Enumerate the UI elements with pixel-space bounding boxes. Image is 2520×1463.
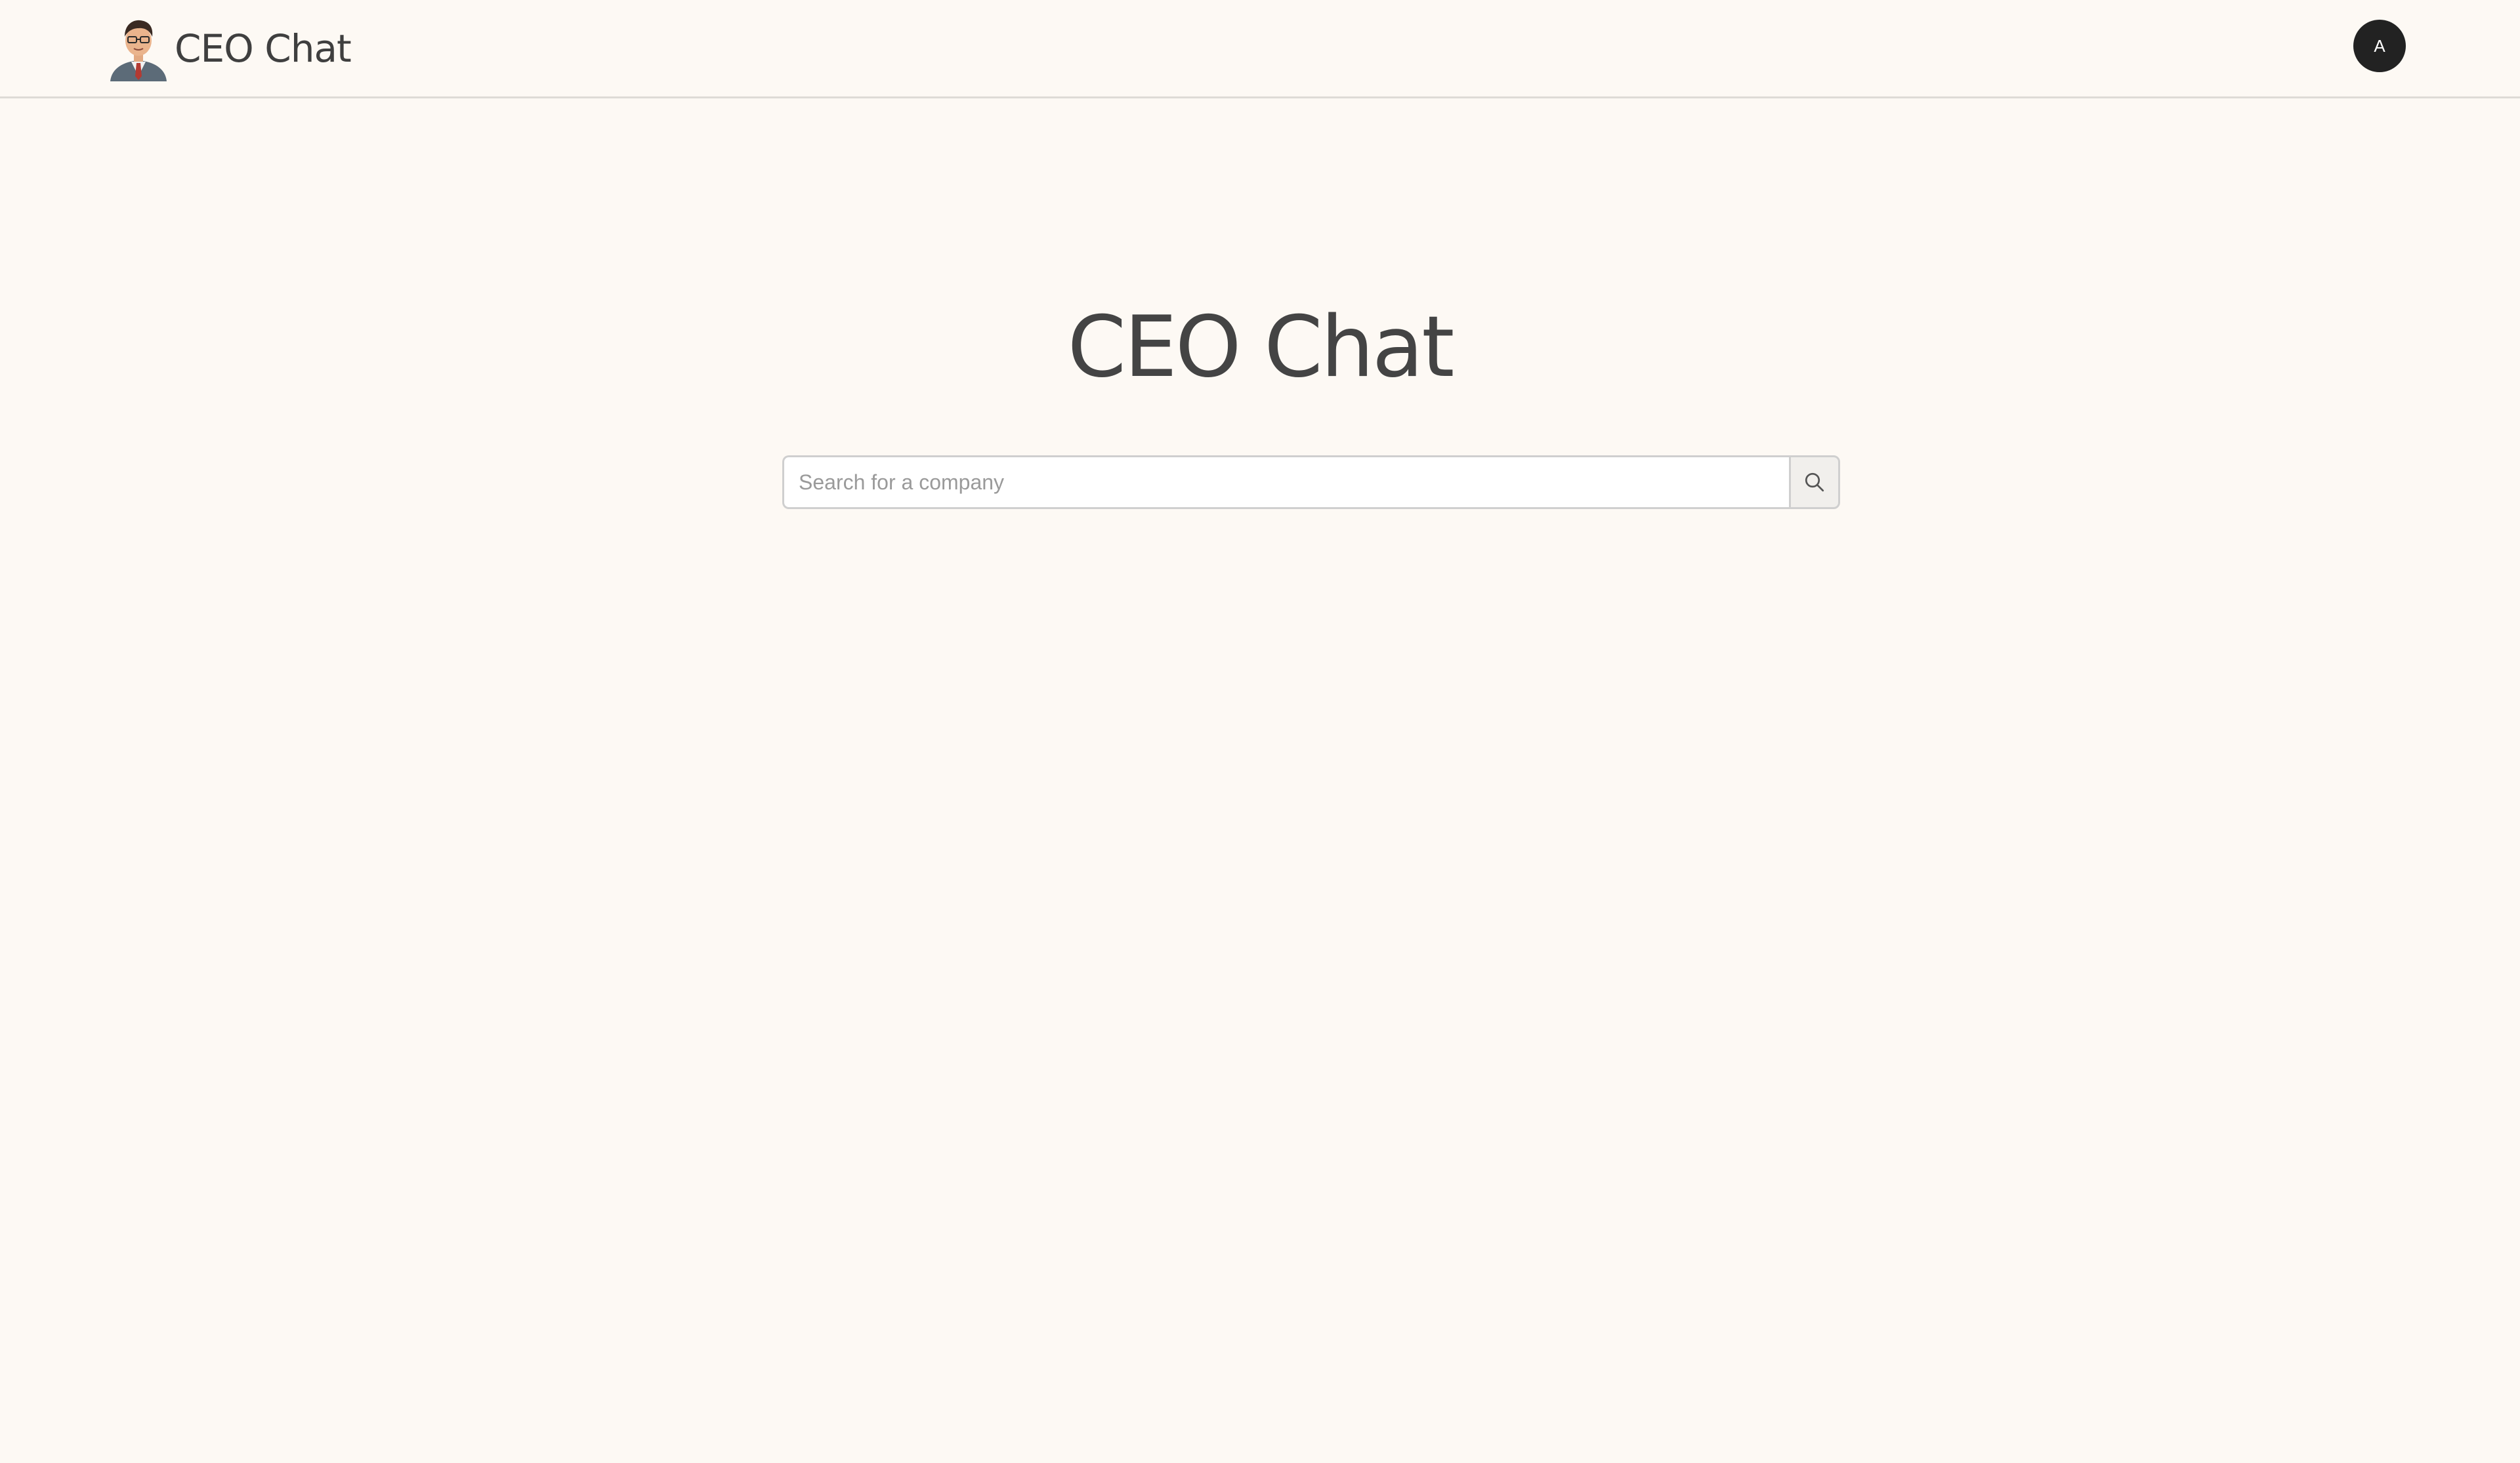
brand-home-link[interactable]: CEO Chat [105,16,352,81]
brand-name: CEO Chat [175,26,352,71]
search-button[interactable] [1789,455,1840,509]
ceo-avatar-logo-icon [110,20,167,81]
page-title: CEO Chat [1067,299,1455,396]
page: CEO Chat A CEO Chat [0,0,2520,1463]
top-navigation-bar: CEO Chat A [0,0,2520,98]
company-search-input[interactable] [782,455,1789,509]
user-avatar-button[interactable]: A [2353,20,2406,72]
company-search-form [782,455,1840,509]
user-avatar-initial: A [2374,35,2385,56]
search-icon [1805,472,1824,492]
